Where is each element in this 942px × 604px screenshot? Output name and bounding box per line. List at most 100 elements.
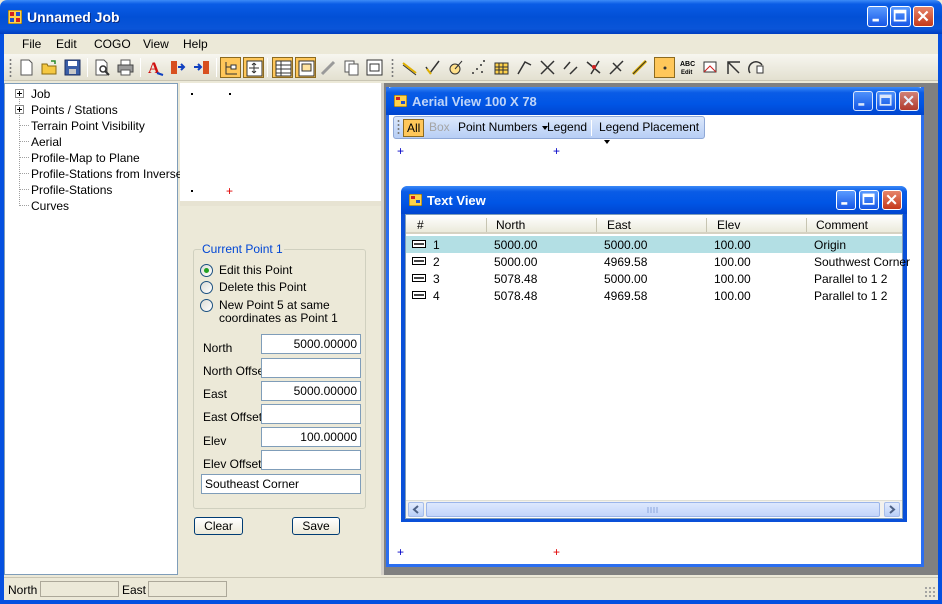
measure-tool-button[interactable] bbox=[629, 57, 650, 78]
tree-item-points-stations[interactable]: Points / Stations bbox=[31, 103, 118, 117]
aerial-maximize-button[interactable] bbox=[876, 91, 896, 111]
horizontal-scrollbar[interactable] bbox=[406, 500, 902, 517]
mini-map-view[interactable] bbox=[180, 83, 381, 201]
scroll-left-button[interactable] bbox=[408, 502, 424, 517]
grid-view-button[interactable] bbox=[272, 57, 293, 78]
tree-item-curves[interactable]: Curves bbox=[31, 199, 69, 213]
column-divider[interactable] bbox=[596, 218, 597, 232]
map-edit-tool-button[interactable] bbox=[700, 57, 721, 78]
menu-view[interactable]: View bbox=[143, 37, 169, 51]
delete-point-radio[interactable] bbox=[200, 281, 213, 294]
print-preview-button[interactable] bbox=[92, 57, 113, 78]
menu-edit[interactable]: Edit bbox=[56, 37, 77, 51]
north-field[interactable]: 5000.00000 bbox=[261, 334, 361, 354]
resize-grip-icon[interactable] bbox=[924, 586, 936, 598]
table-row[interactable]: 3 5078.48 5000.00 100.00 Parallel to 1 2 bbox=[406, 270, 902, 287]
print-button[interactable] bbox=[115, 57, 136, 78]
offset-tool-button[interactable] bbox=[606, 57, 627, 78]
column-divider[interactable] bbox=[706, 218, 707, 232]
delete-point-label[interactable]: Delete this Point bbox=[219, 281, 306, 294]
aerial-toolbar-grip[interactable] bbox=[397, 119, 400, 136]
column-header-elev[interactable]: Elev bbox=[717, 218, 740, 232]
table-row[interactable]: 2 5000.00 4969.58 100.00 Southwest Corne… bbox=[406, 253, 910, 270]
arc-tool-button[interactable] bbox=[746, 57, 767, 78]
maximize-button[interactable] bbox=[890, 6, 911, 27]
table-row[interactable]: 1 5000.00 5000.00 100.00 Origin bbox=[406, 236, 902, 253]
textview-close-button[interactable] bbox=[882, 190, 902, 210]
edit-point-radio[interactable] bbox=[200, 264, 213, 277]
tree-item-profile-map[interactable]: Profile-Map to Plane bbox=[31, 151, 140, 165]
tree-view-button[interactable] bbox=[220, 57, 241, 78]
textview-minimize-button[interactable] bbox=[836, 190, 856, 210]
cross-tool-button[interactable] bbox=[537, 57, 558, 78]
point-box-tool-button[interactable] bbox=[654, 57, 675, 78]
legend-button[interactable]: Legend bbox=[547, 120, 587, 134]
import-button[interactable] bbox=[168, 57, 189, 78]
save-point-button[interactable]: Save bbox=[292, 517, 340, 535]
table-row[interactable]: 4 5078.48 4969.58 100.00 Parallel to 1 2 bbox=[406, 287, 902, 304]
column-header-north[interactable]: North bbox=[496, 218, 525, 232]
tree-item-terrain-visibility[interactable]: Terrain Point Visibility bbox=[31, 119, 145, 133]
new-button[interactable] bbox=[16, 57, 37, 78]
scroll-thumb[interactable] bbox=[426, 502, 880, 517]
check-line-tool-button[interactable] bbox=[422, 57, 443, 78]
menu-file[interactable]: File bbox=[22, 37, 41, 51]
column-divider[interactable] bbox=[806, 218, 807, 232]
table-tool-button[interactable] bbox=[491, 57, 512, 78]
save-button[interactable] bbox=[62, 57, 83, 78]
clear-button[interactable]: Clear bbox=[194, 517, 243, 535]
point-numbers-dropdown[interactable]: Point Numbers bbox=[458, 120, 549, 134]
comment-field[interactable]: Southeast Corner bbox=[201, 474, 361, 494]
new-point-label-line2[interactable]: coordinates as Point 1 bbox=[219, 312, 338, 325]
east-field[interactable]: 5000.00000 bbox=[261, 381, 361, 401]
toolbar-grip[interactable] bbox=[9, 58, 12, 77]
edit-button[interactable] bbox=[318, 57, 339, 78]
tree-item-profile-inverse[interactable]: Profile-Stations from Inverse bbox=[31, 167, 182, 181]
all-button[interactable]: All bbox=[403, 119, 425, 137]
aerial-minimize-button[interactable] bbox=[853, 91, 873, 111]
textview-maximize-button[interactable] bbox=[859, 190, 879, 210]
window-titlebar[interactable]: Unnamed Job bbox=[0, 0, 942, 34]
line-tool-button[interactable] bbox=[399, 57, 420, 78]
edit-point-label[interactable]: Edit this Point bbox=[219, 264, 292, 277]
paste-button[interactable] bbox=[364, 57, 385, 78]
diagonal-tool-button[interactable] bbox=[560, 57, 581, 78]
expand-job-icon[interactable] bbox=[15, 89, 24, 98]
scroll-right-button[interactable] bbox=[884, 502, 900, 517]
expand-points-icon[interactable] bbox=[15, 105, 24, 114]
north-offset-field[interactable] bbox=[261, 358, 361, 378]
circle-point-tool-button[interactable] bbox=[445, 57, 466, 78]
east-offset-field[interactable] bbox=[261, 404, 361, 424]
angle-tool-button[interactable] bbox=[514, 57, 535, 78]
aerial-close-button[interactable] bbox=[899, 91, 919, 111]
menu-help[interactable]: Help bbox=[183, 37, 208, 51]
close-button[interactable] bbox=[913, 6, 934, 27]
open-button[interactable] bbox=[39, 57, 60, 78]
column-header-east[interactable]: East bbox=[607, 218, 631, 232]
scatter-tool-button[interactable] bbox=[468, 57, 489, 78]
job-tree[interactable]: Job Points / Stations Terrain Point Visi… bbox=[4, 83, 182, 575]
box-button[interactable]: Box bbox=[429, 120, 450, 134]
minimize-button[interactable] bbox=[867, 6, 888, 27]
bearing-tool-button[interactable] bbox=[723, 57, 744, 78]
menu-cogo[interactable]: COGO bbox=[94, 37, 131, 51]
elev-field[interactable]: 100.00000 bbox=[261, 427, 361, 447]
intersect-tool-button[interactable] bbox=[583, 57, 604, 78]
points-view-button[interactable] bbox=[295, 57, 316, 78]
text-style-button[interactable]: A bbox=[145, 57, 166, 78]
elev-offset-field[interactable] bbox=[261, 450, 361, 470]
column-divider[interactable] bbox=[486, 218, 487, 232]
column-header-comment[interactable]: Comment bbox=[816, 218, 868, 232]
column-header-number[interactable]: # bbox=[417, 218, 424, 232]
new-point-radio[interactable] bbox=[200, 299, 213, 312]
tree-item-aerial[interactable]: Aerial bbox=[31, 135, 62, 149]
abc-edit-tool-button[interactable]: ABC Edit bbox=[677, 57, 698, 78]
legend-placement-dropdown[interactable]: Legend Placement bbox=[599, 120, 704, 148]
aerial-view-titlebar[interactable]: Aerial View 100 X 78 bbox=[386, 87, 924, 115]
copy-button[interactable] bbox=[341, 57, 362, 78]
toolbar-grip[interactable] bbox=[391, 58, 394, 77]
text-view-titlebar[interactable]: Text View bbox=[401, 186, 907, 214]
export-button[interactable] bbox=[191, 57, 212, 78]
aerial-view-button[interactable] bbox=[243, 57, 264, 78]
tree-item-job[interactable]: Job bbox=[31, 87, 50, 101]
